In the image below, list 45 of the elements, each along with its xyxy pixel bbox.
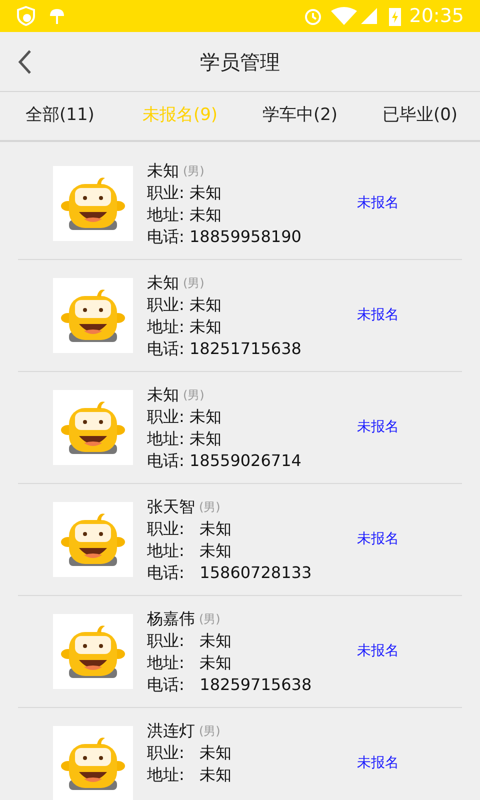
address-text: 地址: 未知 [147, 316, 222, 338]
occupation-text: 职业: 未知 [147, 518, 233, 540]
gender-label: (男) [199, 610, 220, 628]
gender-label: (男) [199, 722, 220, 740]
phone-text: 电话: 18859958190 [147, 226, 302, 248]
gender-label: (男) [199, 498, 220, 516]
battery-icon [389, 6, 402, 26]
status-label: 未报名 [357, 418, 399, 437]
status-label: 未报名 [357, 306, 399, 325]
address-text: 地址: 未知 [147, 764, 233, 786]
filter-tab[interactable]: 全部(11) [0, 103, 120, 129]
page-title: 学员管理 [200, 48, 280, 76]
student-name: 张天智 [147, 496, 195, 518]
student-name: 未知 [147, 384, 179, 406]
gender-label: (男) [183, 386, 204, 404]
filter-tab[interactable]: 学车中(2) [240, 103, 360, 129]
signal-icon [361, 8, 378, 24]
student-name: 未知 [147, 160, 179, 182]
phone-text: 电话: 15860728133 [147, 562, 313, 584]
student-name: 未知 [147, 272, 179, 294]
phone-text: 电话: 18559026714 [147, 450, 302, 472]
address-text: 地址: 未知 [147, 428, 222, 450]
gender-label: (男) [183, 162, 204, 180]
wifi-icon [331, 7, 358, 25]
address-text: 地址: 未知 [147, 204, 222, 226]
address-text: 地址: 未知 [147, 652, 233, 674]
phone-text: 电话: 18259715638 [147, 674, 313, 696]
shield-icon [16, 6, 36, 26]
occupation-text: 职业: 未知 [147, 294, 222, 316]
status-label: 未报名 [357, 530, 399, 549]
status-label: 未报名 [357, 194, 399, 213]
address-text: 地址: 未知 [147, 540, 233, 562]
alarm-icon [303, 6, 324, 26]
occupation-text: 职业: 未知 [147, 182, 222, 204]
student-name: 洪连灯 [147, 720, 195, 742]
gender-label: (男) [183, 274, 204, 292]
clock-time: 20:35 [409, 4, 464, 29]
occupation-text: 职业: 未知 [147, 742, 233, 764]
status-label: 未报名 [357, 754, 399, 773]
status-label: 未报名 [357, 642, 399, 661]
filter-tab[interactable]: 已毕业(0) [360, 103, 480, 129]
occupation-text: 职业: 未知 [147, 406, 222, 428]
student-name: 杨嘉伟 [147, 608, 195, 630]
occupation-text: 职业: 未知 [147, 630, 233, 652]
phone-text: 电话: 18251715638 [147, 338, 302, 360]
